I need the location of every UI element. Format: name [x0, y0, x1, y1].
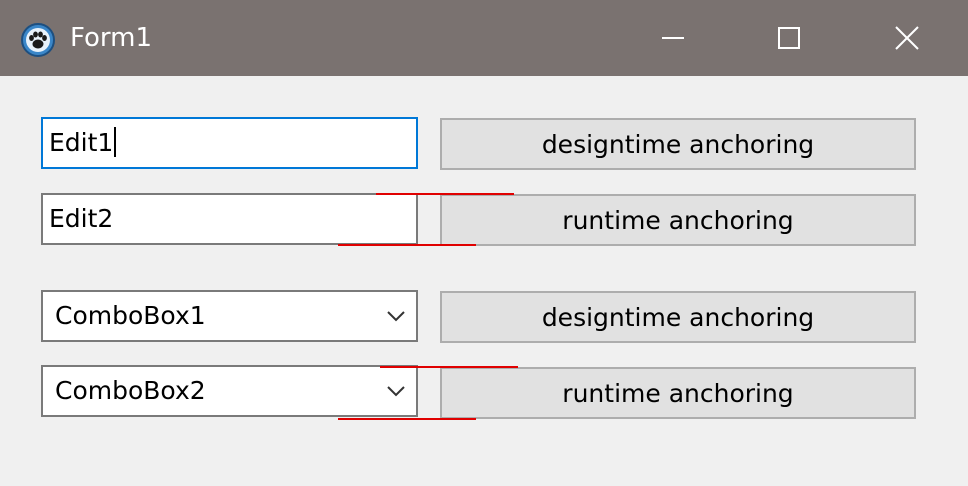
- text-caret: [114, 127, 117, 157]
- combobox1[interactable]: ComboBox1: [41, 290, 418, 342]
- minimize-button[interactable]: [614, 0, 732, 76]
- minimize-icon: [662, 37, 684, 39]
- anchor-marker-top: [380, 366, 518, 368]
- designtime-anchoring-button[interactable]: designtime anchoring: [440, 291, 916, 343]
- maximize-button[interactable]: [730, 0, 848, 76]
- edit1-field[interactable]: Edit1: [41, 117, 418, 169]
- anchor-marker-top: [376, 193, 514, 195]
- edit1-text: Edit1: [49, 128, 114, 157]
- combobox2[interactable]: ComboBox2: [41, 365, 418, 417]
- combobox1-text: ComboBox1: [55, 301, 206, 330]
- chevron-down-icon[interactable]: [386, 384, 406, 398]
- designtime-anchoring-button[interactable]: designtime anchoring: [440, 118, 916, 170]
- edit2-field[interactable]: Edit2: [41, 193, 418, 245]
- close-icon: [895, 26, 919, 50]
- runtime-anchoring-button[interactable]: runtime anchoring: [440, 194, 916, 246]
- paw-icon: [20, 22, 56, 58]
- edit2-text: Edit2: [49, 204, 114, 233]
- chevron-down-icon[interactable]: [386, 309, 406, 323]
- anchor-marker-bottom: [338, 244, 476, 246]
- title-bar[interactable]: Form1: [0, 0, 968, 76]
- runtime-anchoring-button[interactable]: runtime anchoring: [440, 367, 916, 419]
- window-title: Form1: [70, 23, 153, 53]
- close-button[interactable]: [848, 0, 966, 76]
- maximize-icon: [778, 27, 800, 49]
- combobox2-text: ComboBox2: [55, 376, 206, 405]
- anchor-marker-bottom: [338, 418, 476, 420]
